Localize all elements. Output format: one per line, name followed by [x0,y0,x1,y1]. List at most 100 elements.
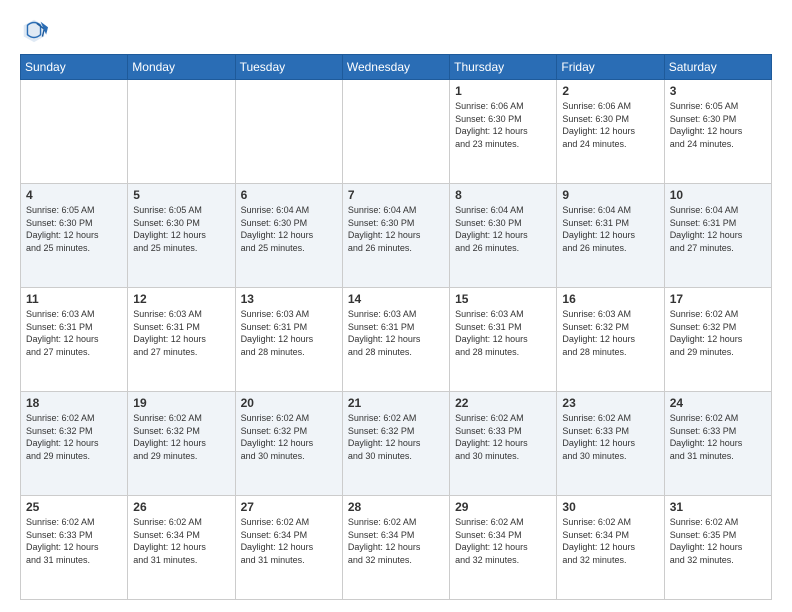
calendar-cell: 15 Sunrise: 6:03 AM Sunset: 6:31 PM Dayli… [450,288,557,392]
day-info: Sunrise: 6:02 AM Sunset: 6:34 PM Dayligh… [348,516,444,566]
day-number: 4 [26,188,122,202]
day-number: 21 [348,396,444,410]
calendar-cell: 24Sunrise: 6:02 AM Sunset: 6:33 PM Dayli… [664,392,771,496]
calendar-cell: 13 Sunrise: 6:03 AM Sunset: 6:31 PM Dayli… [235,288,342,392]
calendar-week-row: 18 Sunrise: 6:02 AM Sunset: 6:32 PM Dayli… [21,392,772,496]
calendar-cell: 31 Sunrise: 6:02 AM Sunset: 6:35 PM Dayli… [664,496,771,600]
day-info: Sunrise: 6:04 AM Sunset: 6:31 PM Dayligh… [562,204,658,254]
calendar-cell: 6Sunrise: 6:04 AM Sunset: 6:30 PM Daylig… [235,184,342,288]
calendar-cell: 1 Sunrise: 6:06 AM Sunset: 6:30 PM Daylig… [450,80,557,184]
calendar-cell: 16 Sunrise: 6:03 AM Sunset: 6:32 PM Dayli… [557,288,664,392]
day-number: 3 [670,84,766,98]
calendar-cell [128,80,235,184]
calendar-cell: 25 Sunrise: 6:02 AM Sunset: 6:33 PM Dayli… [21,496,128,600]
day-info: Sunrise: 6:04 AM Sunset: 6:30 PM Dayligh… [455,204,551,254]
day-info: Sunrise: 6:02 AM Sunset: 6:35 PM Dayligh… [670,516,766,566]
day-info: Sunrise: 6:05 AM Sunset: 6:30 PM Dayligh… [670,100,766,150]
day-number: 8 [455,188,551,202]
calendar-cell: 22 Sunrise: 6:02 AM Sunset: 6:33 PM Dayli… [450,392,557,496]
weekday-header: Wednesday [342,55,449,80]
calendar-cell [235,80,342,184]
day-number: 9 [562,188,658,202]
weekday-header: Friday [557,55,664,80]
day-info: Sunrise: 6:02 AM Sunset: 6:33 PM Dayligh… [455,412,551,462]
calendar-cell: 28 Sunrise: 6:02 AM Sunset: 6:34 PM Dayli… [342,496,449,600]
calendar-cell: 20 Sunrise: 6:02 AM Sunset: 6:32 PM Dayli… [235,392,342,496]
calendar-cell: 8 Sunrise: 6:04 AM Sunset: 6:30 PM Daylig… [450,184,557,288]
calendar-cell: 11 Sunrise: 6:03 AM Sunset: 6:31 PM Dayli… [21,288,128,392]
day-info: Sunrise: 6:06 AM Sunset: 6:30 PM Dayligh… [455,100,551,150]
calendar-week-row: 4 Sunrise: 6:05 AM Sunset: 6:30 PM Daylig… [21,184,772,288]
calendar-cell [21,80,128,184]
day-number: 16 [562,292,658,306]
calendar-week-row: 25 Sunrise: 6:02 AM Sunset: 6:33 PM Dayli… [21,496,772,600]
day-info: Sunrise: 6:02 AM Sunset: 6:33 PM Dayligh… [26,516,122,566]
day-info: Sunrise: 6:03 AM Sunset: 6:31 PM Dayligh… [133,308,229,358]
day-info: Sunrise: 6:03 AM Sunset: 6:31 PM Dayligh… [348,308,444,358]
day-info: Sunrise: 6:02 AM Sunset: 6:33 PM Dayligh… [670,412,766,462]
day-number: 15 [455,292,551,306]
day-number: 2 [562,84,658,98]
day-number: 17 [670,292,766,306]
day-info: Sunrise: 6:02 AM Sunset: 6:34 PM Dayligh… [562,516,658,566]
day-info: Sunrise: 6:06 AM Sunset: 6:30 PM Dayligh… [562,100,658,150]
day-info: Sunrise: 6:03 AM Sunset: 6:31 PM Dayligh… [241,308,337,358]
calendar-cell: 23Sunrise: 6:02 AM Sunset: 6:33 PM Dayli… [557,392,664,496]
calendar-cell: 19 Sunrise: 6:02 AM Sunset: 6:32 PM Dayli… [128,392,235,496]
calendar-week-row: 1 Sunrise: 6:06 AM Sunset: 6:30 PM Daylig… [21,80,772,184]
calendar-cell: 27 Sunrise: 6:02 AM Sunset: 6:34 PM Dayli… [235,496,342,600]
day-number: 30 [562,500,658,514]
day-number: 18 [26,396,122,410]
day-number: 7 [348,188,444,202]
day-number: 11 [26,292,122,306]
day-info: Sunrise: 6:02 AM Sunset: 6:32 PM Dayligh… [241,412,337,462]
calendar-cell: 26Sunrise: 6:02 AM Sunset: 6:34 PM Dayli… [128,496,235,600]
day-info: Sunrise: 6:03 AM Sunset: 6:31 PM Dayligh… [455,308,551,358]
day-number: 20 [241,396,337,410]
calendar-cell: 3 Sunrise: 6:05 AM Sunset: 6:30 PM Daylig… [664,80,771,184]
day-number: 23 [562,396,658,410]
calendar-cell: 18Sunrise: 6:02 AM Sunset: 6:32 PM Dayli… [21,392,128,496]
logo-icon [20,16,48,44]
day-number: 27 [241,500,337,514]
weekday-header: Tuesday [235,55,342,80]
day-number: 12 [133,292,229,306]
calendar-cell: 29Sunrise: 6:02 AM Sunset: 6:34 PM Dayli… [450,496,557,600]
day-number: 13 [241,292,337,306]
weekday-header: Saturday [664,55,771,80]
day-number: 5 [133,188,229,202]
header [20,16,772,44]
day-info: Sunrise: 6:03 AM Sunset: 6:31 PM Dayligh… [26,308,122,358]
day-info: Sunrise: 6:02 AM Sunset: 6:32 PM Dayligh… [133,412,229,462]
day-number: 14 [348,292,444,306]
calendar-header-row: SundayMondayTuesdayWednesdayThursdayFrid… [21,55,772,80]
day-number: 10 [670,188,766,202]
calendar-cell: 2 Sunrise: 6:06 AM Sunset: 6:30 PM Daylig… [557,80,664,184]
day-info: Sunrise: 6:04 AM Sunset: 6:30 PM Dayligh… [241,204,337,254]
day-info: Sunrise: 6:02 AM Sunset: 6:32 PM Dayligh… [670,308,766,358]
calendar-cell: 14 Sunrise: 6:03 AM Sunset: 6:31 PM Dayli… [342,288,449,392]
day-number: 25 [26,500,122,514]
calendar-cell: 30 Sunrise: 6:02 AM Sunset: 6:34 PM Dayli… [557,496,664,600]
calendar-cell: 5 Sunrise: 6:05 AM Sunset: 6:30 PM Daylig… [128,184,235,288]
day-info: Sunrise: 6:02 AM Sunset: 6:34 PM Dayligh… [455,516,551,566]
weekday-header: Thursday [450,55,557,80]
day-number: 28 [348,500,444,514]
day-number: 19 [133,396,229,410]
day-info: Sunrise: 6:05 AM Sunset: 6:30 PM Dayligh… [133,204,229,254]
day-number: 1 [455,84,551,98]
calendar-week-row: 11 Sunrise: 6:03 AM Sunset: 6:31 PM Dayli… [21,288,772,392]
weekday-header: Sunday [21,55,128,80]
calendar-cell: 12 Sunrise: 6:03 AM Sunset: 6:31 PM Dayli… [128,288,235,392]
day-info: Sunrise: 6:02 AM Sunset: 6:32 PM Dayligh… [348,412,444,462]
day-number: 31 [670,500,766,514]
day-info: Sunrise: 6:04 AM Sunset: 6:31 PM Dayligh… [670,204,766,254]
day-info: Sunrise: 6:03 AM Sunset: 6:32 PM Dayligh… [562,308,658,358]
day-number: 22 [455,396,551,410]
logo [20,16,52,44]
page: SundayMondayTuesdayWednesdayThursdayFrid… [0,0,792,612]
day-number: 26 [133,500,229,514]
day-info: Sunrise: 6:02 AM Sunset: 6:34 PM Dayligh… [241,516,337,566]
day-info: Sunrise: 6:04 AM Sunset: 6:30 PM Dayligh… [348,204,444,254]
calendar-cell: 21 Sunrise: 6:02 AM Sunset: 6:32 PM Dayli… [342,392,449,496]
